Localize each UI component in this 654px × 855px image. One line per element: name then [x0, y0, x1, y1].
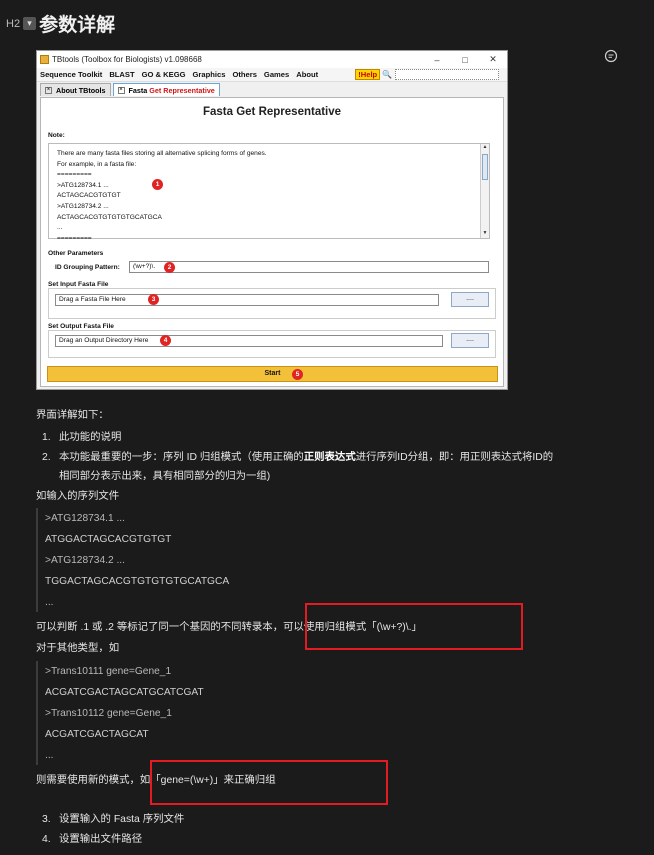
- note-line: =========: [57, 234, 92, 242]
- tab-close-icon[interactable]: ×: [117, 86, 125, 94]
- help-button[interactable]: !Help: [355, 69, 381, 80]
- tab-close-icon[interactable]: ×: [45, 86, 52, 94]
- quote-line: ATGGACTAGCACGTGTGT: [45, 534, 172, 545]
- comment-icon[interactable]: [604, 49, 618, 63]
- minimize-button[interactable]: –: [423, 55, 451, 65]
- quote-line: >Trans10112 gene=Gene_1: [45, 708, 172, 719]
- menu-graphics[interactable]: Graphics: [193, 70, 226, 79]
- quote-line: ACGATCGACTAGCAT: [45, 729, 149, 740]
- list-number: 1.: [42, 432, 51, 443]
- list-item-2: 2. 本功能最重要的一步：序列 ID 归组模式（使用正确的正则表达式进行序列ID分…: [42, 448, 553, 463]
- tbtools-app-icon: [40, 55, 49, 64]
- list-item-4: 4. 设置输出文件路径: [42, 830, 142, 845]
- quote-line: ...: [45, 597, 54, 608]
- output-browse-button[interactable]: ....: [451, 333, 489, 348]
- tab-label-highlight: Get Representative: [149, 85, 215, 95]
- scroll-thumb[interactable]: [482, 154, 488, 180]
- menu-sequence-toolkit[interactable]: Sequence Toolkit: [40, 70, 102, 79]
- quote-line: ACGATCGACTAGCATGCATCGAT: [45, 687, 204, 698]
- menu-blast[interactable]: BLAST: [109, 70, 134, 79]
- marker-4: 4: [160, 335, 171, 346]
- regex-emphasis: 正则表达式: [303, 452, 356, 463]
- sequence-quote-2: >Trans10111 gene=Gene_1 ACGATCGACTAGCATG…: [36, 661, 286, 765]
- highlight-box-1: [305, 603, 523, 650]
- menu-others[interactable]: Others: [232, 70, 256, 79]
- list-item-text: 设置输入的 Fasta 序列文件: [59, 814, 185, 825]
- heading-level-tag: H2: [6, 17, 21, 30]
- input-browse-button[interactable]: ....: [451, 292, 489, 307]
- menu-search-input[interactable]: [395, 69, 500, 80]
- menu-about[interactable]: About: [296, 70, 318, 79]
- scroll-down-icon[interactable]: ▼: [481, 230, 489, 238]
- input-fasta-label: Set Input Fasta File: [48, 281, 109, 288]
- tab-label-plain: Fasta: [128, 85, 148, 95]
- note-label: Note:: [48, 132, 65, 139]
- note-line: For example, in a fasta file:: [57, 160, 137, 168]
- tab-label: About TBtools: [56, 85, 106, 95]
- start-label: Start: [264, 370, 281, 377]
- input-fasta-field[interactable]: Drag a Fasta File Here: [55, 294, 439, 306]
- search-icon[interactable]: 🔍: [382, 70, 392, 79]
- quote-line: >ATG128734.1 ...: [45, 513, 125, 524]
- note-line: ACTAGCACGTGTGTGTGCATGCA: [57, 213, 162, 221]
- tbtools-window: TBtools (Toolbox for Biologists) v1.0986…: [36, 50, 508, 390]
- tab-fasta-get-representative[interactable]: × Fasta Get Representative: [112, 83, 220, 96]
- tab-about-tbtools[interactable]: × About TBtools: [40, 83, 111, 96]
- list-item-text: 本功能最重要的一步：序列 ID 归组模式（使用正确的: [59, 452, 304, 463]
- other-types-text: 对于其他类型，如: [36, 643, 120, 654]
- id-grouping-input[interactable]: (\w+?)\.: [129, 261, 489, 273]
- note-line: =========: [57, 171, 92, 179]
- collapse-chevron-icon[interactable]: ▾: [23, 17, 37, 30]
- marker-5: 5: [292, 369, 303, 380]
- quote-line: >Trans10111 gene=Gene_1: [45, 666, 172, 677]
- maximize-button[interactable]: □: [451, 55, 479, 65]
- other-parameters-label: Other Parameters: [48, 250, 104, 257]
- section-heading: H2 ▾ 参数详解: [6, 10, 115, 37]
- menu-bar: Sequence Toolkit BLAST GO & KEGG Graphic…: [37, 68, 507, 82]
- menu-games[interactable]: Games: [264, 70, 289, 79]
- close-button[interactable]: ✕: [479, 54, 507, 65]
- tool-panel: Fasta Get Representative Note: There are…: [40, 97, 504, 387]
- intro-text: 界面详解如下：: [36, 410, 109, 421]
- marker-2: 2: [164, 262, 175, 273]
- menu-go-kegg[interactable]: GO & KEGG: [142, 70, 186, 79]
- note-scrollbar[interactable]: ▲ ▼: [480, 144, 489, 238]
- list-item-1: 1. 此功能的说明: [42, 428, 121, 443]
- note-text: There are many fasta files storing all a…: [57, 149, 267, 244]
- start-button[interactable]: Start: [47, 366, 498, 382]
- output-fasta-label: Set Output Fasta File: [48, 323, 114, 330]
- id-grouping-label: ID Grouping Pattern:: [55, 264, 120, 271]
- highlight-box-2: [150, 760, 388, 805]
- marker-1: 1: [152, 179, 163, 190]
- output-directory-field[interactable]: Drag an Output Directory Here: [55, 335, 443, 347]
- list-item-text: 进行序列ID分组，即：用正则表达式将ID的: [355, 452, 554, 463]
- list-number: 2.: [42, 452, 51, 463]
- note-line: >ATG128734.2 ...: [57, 202, 109, 210]
- list-item-text: 设置输出文件路径: [59, 834, 143, 845]
- list-item-text: 此功能的说明: [59, 432, 122, 443]
- list-item-3: 3. 设置输入的 Fasta 序列文件: [42, 810, 184, 825]
- marker-3: 3: [148, 294, 159, 305]
- example-intro: 如输入的序列文件: [36, 491, 120, 502]
- list-number: 3.: [42, 814, 51, 825]
- scroll-up-icon[interactable]: ▲: [481, 144, 489, 152]
- note-line: ACTAGCACGTGTGT: [57, 192, 121, 200]
- tab-bar: × About TBtools × Fasta Get Representati…: [37, 82, 507, 96]
- list-item-2-continued: 相同部分表示出来，具有相同部分的归为一组): [59, 471, 271, 482]
- note-line: ...: [57, 224, 63, 232]
- window-titlebar: TBtools (Toolbox for Biologists) v1.0986…: [37, 51, 507, 68]
- quote-line: >ATG128734.2 ...: [45, 555, 125, 566]
- note-line: There are many fasta files storing all a…: [57, 150, 267, 157]
- page-title: 参数详解: [39, 14, 116, 36]
- note-textarea[interactable]: There are many fasta files storing all a…: [48, 143, 490, 242]
- window-title: TBtools (Toolbox for Biologists) v1.0986…: [52, 55, 202, 64]
- list-number: 4.: [42, 834, 51, 845]
- quote-line: TGGACTAGCACGTGTGTGTGCATGCA: [45, 576, 230, 587]
- sequence-quote-1: >ATG128734.1 ... ATGGACTAGCACGTGTGT >ATG…: [36, 508, 286, 612]
- panel-title: Fasta Get Representative: [202, 106, 342, 118]
